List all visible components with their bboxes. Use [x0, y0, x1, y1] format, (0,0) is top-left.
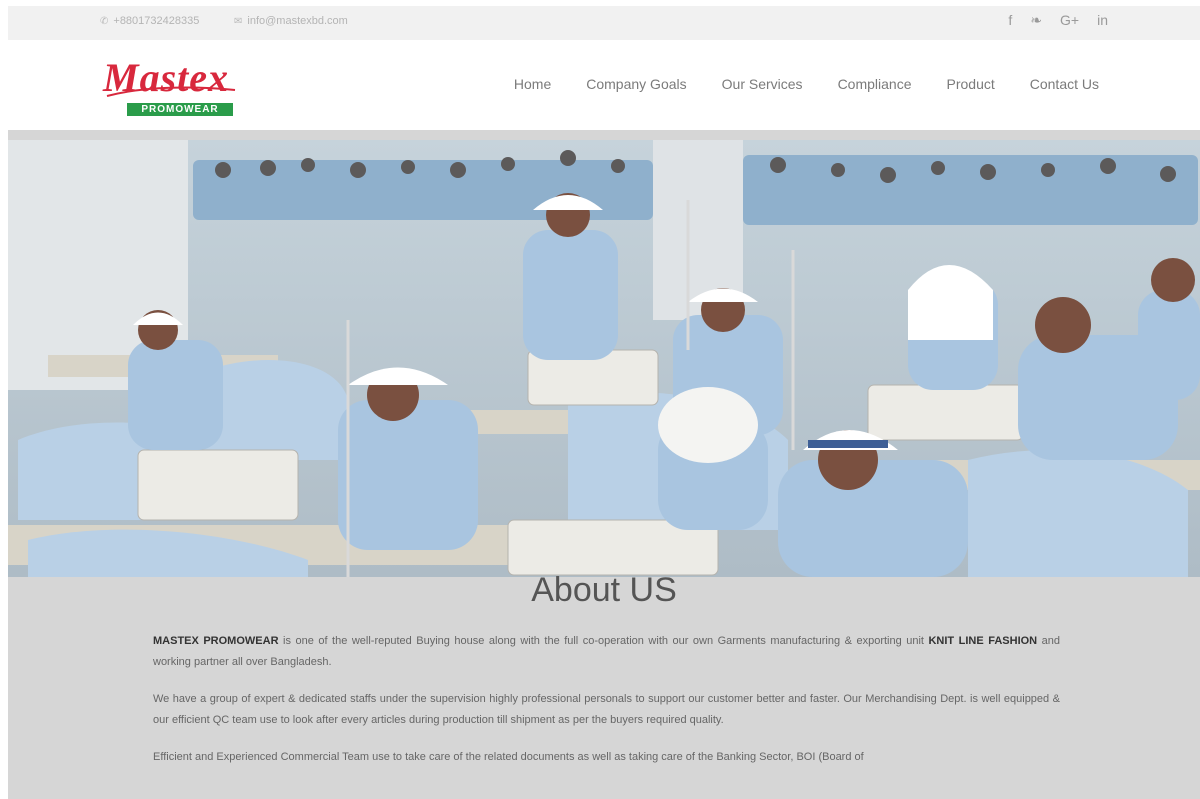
phone-icon: ✆ — [100, 15, 109, 27]
nav-our-services[interactable]: Our Services — [722, 76, 803, 92]
unit-name: KNIT LINE FASHION — [928, 635, 1038, 647]
top-bar: ✆ +8801732428335 ✉ info@mastexbd.com f ❧… — [8, 6, 1200, 40]
site-logo[interactable]: Mastex PROMOWEAR — [103, 56, 248, 122]
nav-product[interactable]: Product — [947, 76, 995, 92]
about-title: About US — [531, 571, 677, 609]
logo-badge: PROMOWEAR — [127, 103, 233, 116]
nav-company-goals[interactable]: Company Goals — [586, 76, 686, 92]
phone-number: +8801732428335 — [113, 15, 200, 27]
logo-swoosh — [106, 86, 236, 97]
nav-compliance[interactable]: Compliance — [838, 76, 912, 92]
hero-image — [8, 140, 1200, 577]
google-plus-icon[interactable]: G+ — [1060, 12, 1079, 29]
about-paragraph-2: We have a group of expert & dedicated st… — [153, 693, 1060, 726]
nav-contact-us[interactable]: Contact Us — [1030, 76, 1099, 92]
main-nav: Home Company Goals Our Services Complian… — [514, 76, 1099, 92]
email-contact[interactable]: ✉ info@mastexbd.com — [234, 15, 348, 27]
nav-home[interactable]: Home — [514, 76, 551, 92]
site-header: Mastex PROMOWEAR Home Company Goals Our … — [8, 40, 1200, 130]
about-p1-text-a: is one of the well-reputed Buying house … — [278, 635, 929, 647]
about-body: MASTEX PROMOWEAR is one of the well-repu… — [153, 631, 1060, 784]
brand-name: MASTEX PROMOWEAR — [153, 635, 279, 647]
about-paragraph-3: Efficient and Experienced Commercial Tea… — [153, 751, 864, 763]
email-address: info@mastexbd.com — [247, 15, 348, 27]
page-frame: ✆ +8801732428335 ✉ info@mastexbd.com f ❧… — [8, 6, 1200, 799]
about-paragraph-1: MASTEX PROMOWEAR is one of the well-repu… — [153, 631, 1060, 673]
linkedin-icon[interactable]: in — [1097, 12, 1108, 29]
social-links: f ❧ G+ in — [1008, 12, 1108, 29]
phone-contact[interactable]: ✆ +8801732428335 — [100, 15, 199, 27]
facebook-icon[interactable]: f — [1008, 12, 1012, 29]
garment-factory-photo — [8, 140, 1200, 577]
envelope-icon: ✉ — [234, 15, 243, 27]
twitter-icon[interactable]: ❧ — [1030, 12, 1042, 29]
